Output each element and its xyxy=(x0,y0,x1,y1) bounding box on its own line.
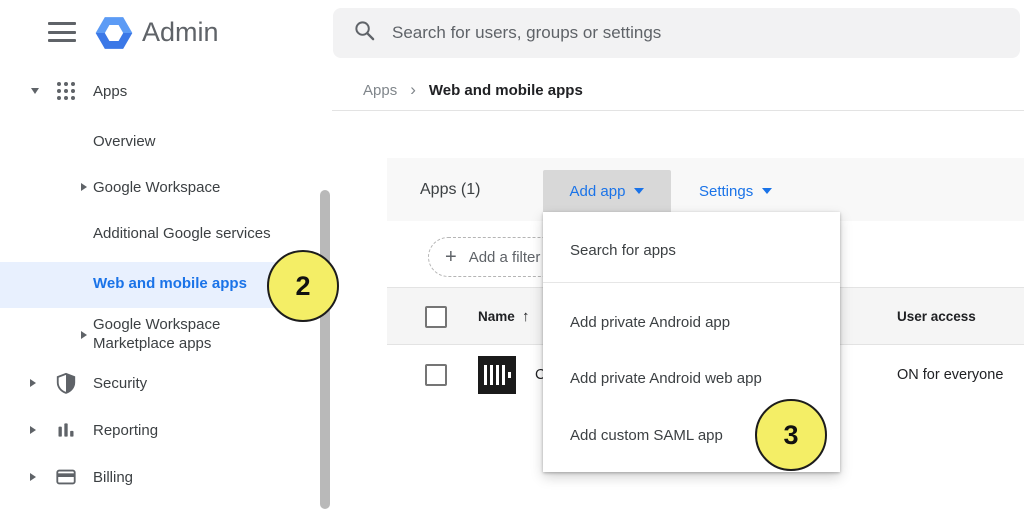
user-access-cell: ON for everyone xyxy=(897,345,1003,405)
shield-icon xyxy=(55,372,77,399)
sidebar-item-label: Overview xyxy=(93,133,156,150)
menu-item-add-private-android-web-app[interactable]: Add private Android web app xyxy=(570,364,762,392)
breadcrumb-apps-link[interactable]: Apps xyxy=(363,82,397,99)
chevron-down-icon xyxy=(762,188,772,194)
settings-button-label: Settings xyxy=(699,183,753,200)
google-admin-logo-icon xyxy=(92,11,136,60)
sidebar-item-label: Additional Google services xyxy=(93,225,271,242)
sidebar-item-additional-google-services[interactable]: Additional Google services xyxy=(93,219,271,247)
sidebar-item-security[interactable]: Security xyxy=(0,369,310,397)
menu-item-add-custom-saml-app[interactable]: Add custom SAML app xyxy=(570,421,723,449)
sidebar-item-label: Reporting xyxy=(93,422,158,439)
menu-item-search-for-apps[interactable]: Search for apps xyxy=(570,236,676,264)
sidebar-scrollbar[interactable] xyxy=(320,190,330,509)
sidebar-item-web-and-mobile-apps[interactable]: Web and mobile apps xyxy=(0,262,300,308)
add-app-button-label: Add app xyxy=(570,183,626,200)
row-checkbox[interactable] xyxy=(425,364,447,386)
sidebar-item-apps[interactable]: Apps xyxy=(0,77,310,105)
chevron-right-icon[interactable] xyxy=(30,426,36,434)
add-filter-label: Add a filter xyxy=(469,249,541,266)
chevron-down-icon[interactable] xyxy=(31,88,39,94)
sidebar-item-label: Security xyxy=(93,375,147,392)
menu-divider xyxy=(543,282,840,283)
admin-console-screen: Admin Apps Overview Google Workspace Add… xyxy=(0,0,1024,509)
plus-icon: + xyxy=(445,247,457,267)
annotation-step-3-badge: 3 xyxy=(755,399,827,471)
chevron-right-icon[interactable] xyxy=(81,331,87,339)
sidebar-item-billing[interactable]: Billing xyxy=(0,463,310,491)
menu-item-add-private-android-app[interactable]: Add private Android app xyxy=(570,308,730,336)
global-search-bar[interactable] xyxy=(333,8,1020,58)
sidebar-item-overview[interactable]: Overview xyxy=(93,127,156,155)
sidebar-item-marketplace-apps[interactable]: Google Workspace Marketplace apps xyxy=(0,311,310,359)
breadcrumb-current: Web and mobile apps xyxy=(429,82,583,99)
breadcrumb: Apps › Web and mobile apps xyxy=(363,78,583,102)
sidebar-item-google-workspace[interactable]: Google Workspace xyxy=(0,173,310,201)
chevron-right-icon[interactable] xyxy=(30,473,36,481)
select-all-checkbox[interactable] xyxy=(425,306,447,328)
app-logo-icon xyxy=(478,356,516,394)
column-header-user-access[interactable]: User access xyxy=(897,288,976,345)
sidebar-item-label: Apps xyxy=(93,83,127,100)
sort-ascending-icon[interactable]: ↑ xyxy=(522,288,530,345)
chevron-right-icon[interactable] xyxy=(30,379,36,387)
add-app-button[interactable]: Add app xyxy=(543,170,671,212)
sidebar-item-label: Google Workspace Marketplace apps xyxy=(93,315,245,353)
apps-grid-icon xyxy=(57,82,75,100)
apps-count-label: Apps (1) xyxy=(420,158,480,221)
brand-title: Admin xyxy=(142,17,219,48)
chevron-right-icon[interactable] xyxy=(81,183,87,191)
bar-chart-icon xyxy=(56,420,76,445)
chevron-down-icon xyxy=(634,188,644,194)
sidebar-item-reporting[interactable]: Reporting xyxy=(0,416,310,444)
annotation-step-2-badge: 2 xyxy=(267,250,339,322)
settings-button[interactable]: Settings xyxy=(699,170,772,212)
search-input[interactable] xyxy=(392,23,1020,43)
column-header-name[interactable]: Name xyxy=(478,288,515,345)
sidebar-item-label: Web and mobile apps xyxy=(93,275,247,292)
breadcrumb-separator-icon: › xyxy=(410,80,416,100)
sidebar-item-label: Billing xyxy=(93,469,133,486)
search-icon xyxy=(353,19,376,47)
breadcrumb-divider xyxy=(332,110,1024,111)
sidebar-item-label: Google Workspace xyxy=(93,179,220,196)
menu-hamburger-icon[interactable] xyxy=(48,22,76,42)
credit-card-icon xyxy=(55,466,77,493)
